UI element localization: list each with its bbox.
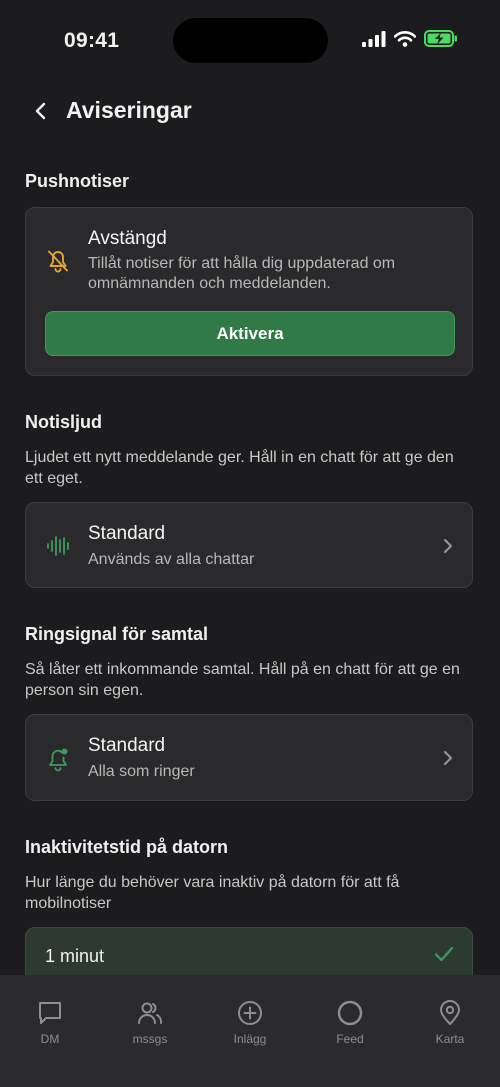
bell-off-icon — [48, 250, 68, 273]
wifi-icon — [394, 30, 416, 47]
tab-label: Inlägg — [233, 1032, 267, 1046]
sound-value: Standard — [88, 523, 166, 544]
battery-charging-icon — [424, 30, 457, 47]
push-status-card: Avstängd Tillåt notiser för att hålla di… — [25, 207, 473, 376]
page-title: Aviseringar — [66, 97, 192, 123]
section-title-inactivity: Inaktivitetstid på datorn — [25, 837, 229, 857]
tab-label: mssgs — [132, 1032, 168, 1046]
chat-bubble-icon — [39, 1002, 61, 1024]
back-chevron-icon[interactable] — [30, 99, 52, 123]
soundwave-icon — [47, 536, 69, 556]
tab-mssgs[interactable]: mssgs — [110, 999, 190, 1046]
tab-feed[interactable]: Feed — [310, 999, 390, 1046]
push-status-title: Avstängd — [88, 228, 167, 249]
notification-sound-row[interactable]: Standard Används av alla chattar — [25, 502, 473, 588]
push-status-desc: Tillåt notiser för att hålla dig uppdate… — [88, 255, 396, 292]
section-title-sound: Notisljud — [25, 412, 102, 432]
section-desc-ringtone: Så låter ett inkommande samtal. Håll på … — [25, 661, 460, 699]
tab-bar: DM mssgs Inlägg Feed Karta — [0, 975, 500, 1087]
circle-icon — [337, 1000, 363, 1026]
tab-dm[interactable]: DM — [10, 999, 90, 1046]
chevron-right-icon — [444, 751, 452, 765]
ringtone-row[interactable]: Standard Alla som ringer — [25, 714, 473, 801]
status-icons — [362, 30, 458, 47]
section-desc-sound: Ljudet ett nytt meddelande ger. Håll in … — [25, 449, 454, 487]
section-title-ringtone: Ringsignal för samtal — [25, 624, 209, 644]
tab-label: Feed — [336, 1032, 364, 1046]
section-title-push: Pushnotiser — [25, 171, 130, 191]
signal-icon — [362, 30, 386, 47]
activate-button[interactable]: Aktivera — [45, 311, 455, 356]
section-desc-inactivity: Hur länge du behöver vara inaktiv på dat… — [25, 874, 400, 912]
tab-label: DM — [40, 1032, 60, 1046]
ringtone-sub: Alla som ringer — [88, 763, 195, 780]
map-pin-icon — [440, 1000, 460, 1025]
dynamic-island — [173, 18, 328, 63]
plus-circle-icon — [238, 1001, 262, 1025]
option-label: 1 minut — [45, 946, 105, 966]
bell-dot-icon — [49, 748, 68, 772]
chevron-right-icon — [444, 539, 452, 553]
tab-karta[interactable]: Karta — [410, 999, 490, 1046]
tab-inlagg[interactable]: Inlägg — [210, 999, 290, 1046]
sound-sub: Används av alla chattar — [88, 551, 255, 568]
ringtone-value: Standard — [88, 735, 166, 756]
tab-label: Karta — [435, 1032, 465, 1046]
status-time: 09:41 — [64, 29, 120, 52]
checkmark-icon — [434, 946, 454, 962]
users-icon — [138, 1002, 163, 1024]
